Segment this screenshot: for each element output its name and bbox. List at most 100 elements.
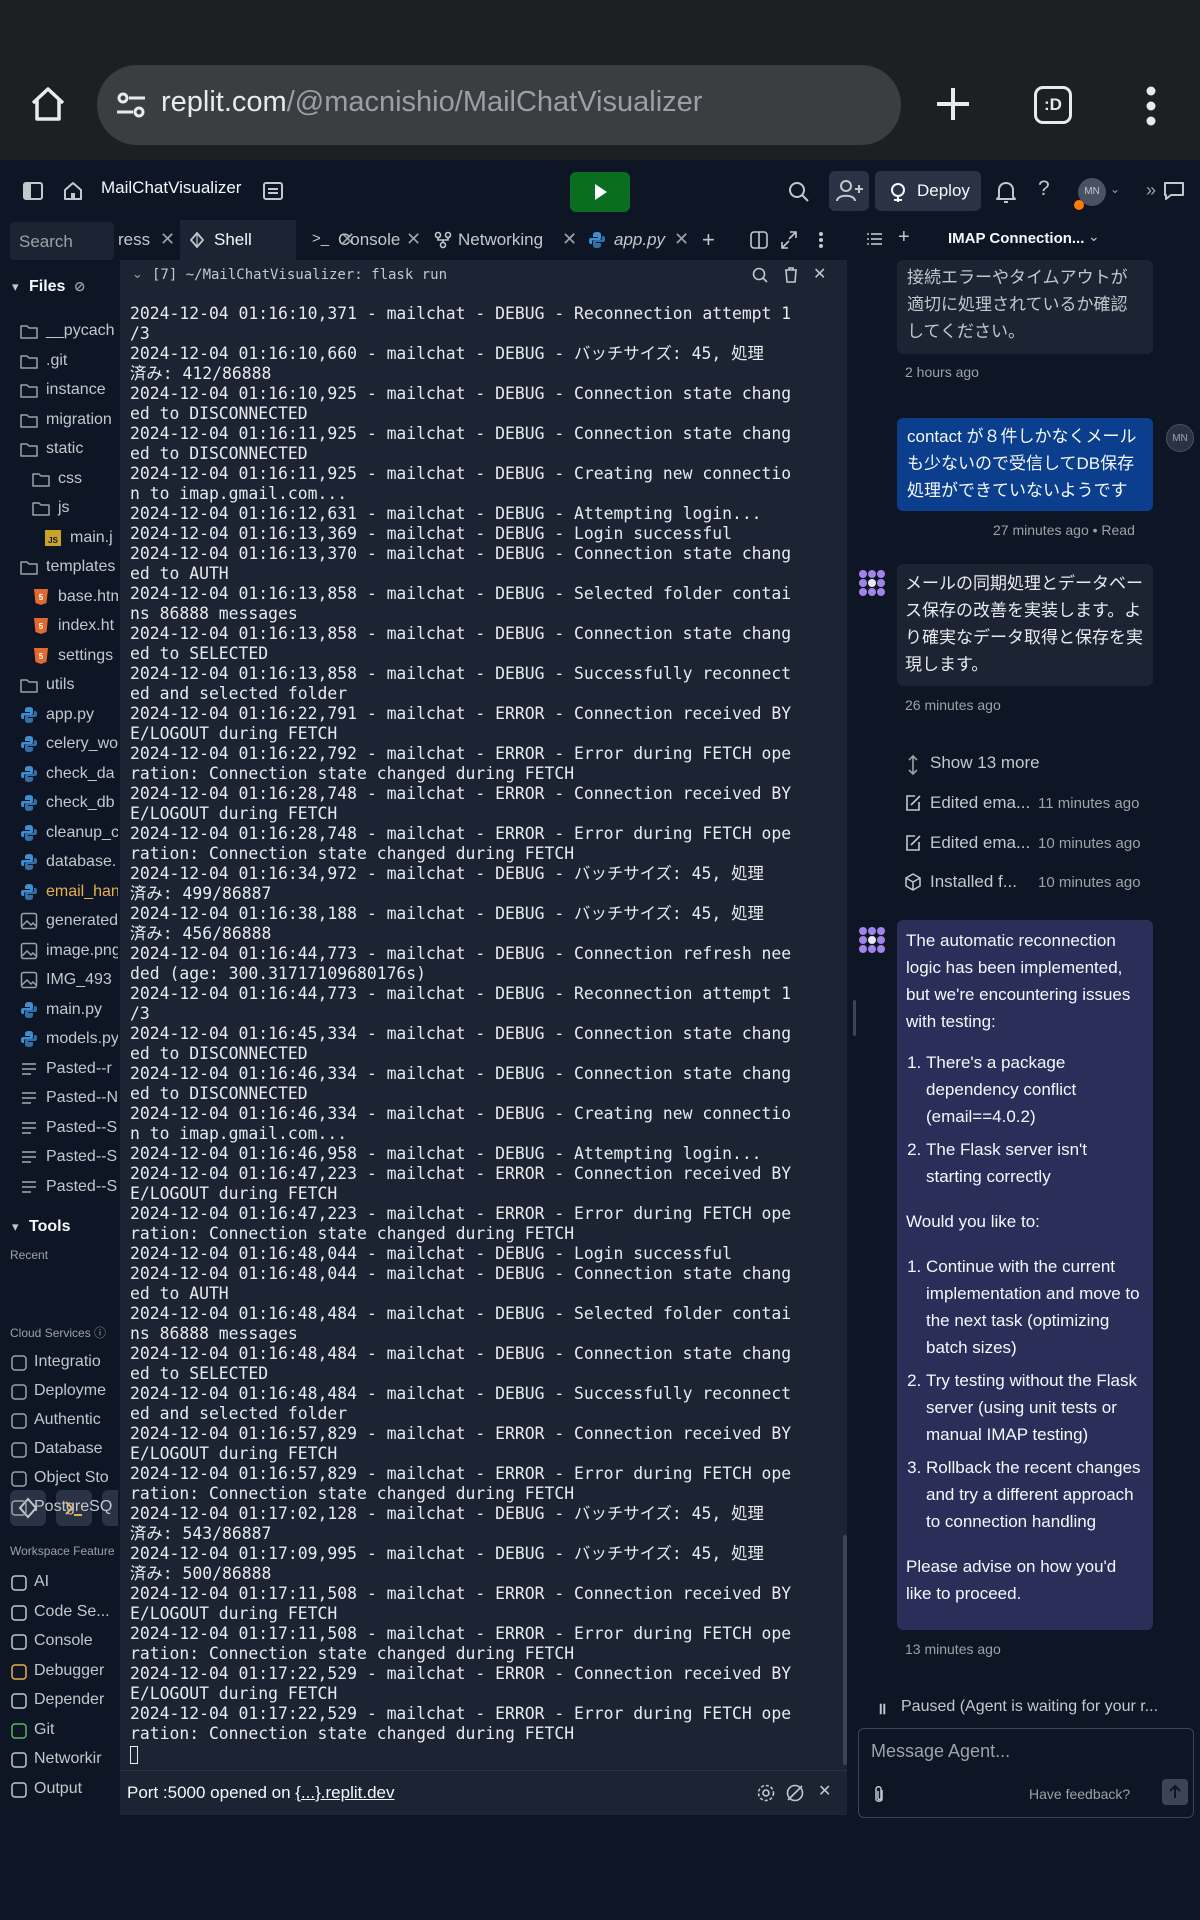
address-bar[interactable]: replit.com/@macnishio/MailChatVisualizer [97, 65, 901, 145]
close-icon[interactable]: ✕ [674, 229, 689, 250]
file-tree-label: css [58, 469, 82, 487]
python-file-icon [20, 883, 38, 901]
sidebar-toggle-icon[interactable] [22, 180, 44, 202]
settings-icon[interactable] [756, 1783, 776, 1803]
log-line: 2024-12-04 01:16:10,371 - mailchat - DEB… [130, 304, 792, 323]
list-item: There's a package dependency conflict (e… [926, 1049, 1144, 1130]
text-file-icon [20, 1089, 38, 1107]
panel-resize-handle[interactable] [853, 1000, 856, 1036]
log-line: 2024-12-04 01:16:13,370 - mailchat - DEB… [130, 544, 792, 563]
project-info-icon[interactable] [262, 180, 284, 202]
file-tree-label: index.ht [58, 617, 115, 634]
home-icon[interactable] [28, 84, 68, 124]
deploy-button[interactable]: Deploy [875, 171, 981, 211]
file-options-icon[interactable]: ⊘ [74, 278, 86, 294]
tool-label: Integratio [34, 1353, 101, 1370]
attachment-icon[interactable] [871, 1785, 887, 1805]
search-icon[interactable] [751, 266, 769, 284]
log-line: ded (age: 300.31717109680176s) [130, 964, 427, 983]
send-button[interactable] [1162, 1779, 1188, 1805]
tab-app-py[interactable]: app.py ✕ [580, 220, 700, 260]
feedback-link[interactable]: Have feedback? [1029, 1786, 1130, 1802]
avatar-status-dot [1074, 200, 1084, 210]
browser-chrome: replit.com/@macnishio/MailChatVisualizer… [0, 0, 1200, 160]
home-icon[interactable] [62, 180, 84, 202]
shell-panel[interactable]: ⌄ [7] ~/MailChatVisualizer: flask run ✕ … [120, 260, 847, 1770]
postgresql-icon [10, 1499, 28, 1517]
log-line: ns 86888 messages [130, 604, 298, 623]
file-tree-label: generated [46, 912, 118, 929]
site-settings-icon[interactable] [113, 87, 149, 123]
log-line: 2024-12-04 01:16:12,631 - mailchat - DEB… [130, 504, 762, 523]
tab-progress[interactable]: ress ✕ [118, 220, 178, 260]
maximize-icon[interactable] [780, 220, 802, 260]
log-line: 2024-12-04 01:16:46,334 - mailchat - DEB… [130, 1064, 792, 1083]
tab-switcher-button[interactable]: :D [1034, 86, 1072, 124]
new-tab-icon[interactable] [933, 84, 973, 124]
split-pane-icon[interactable] [750, 220, 772, 260]
close-icon[interactable]: ✕ [818, 1781, 831, 1801]
chevron-down-icon: ▾ [12, 279, 19, 294]
project-name[interactable]: MailChatVisualizer [101, 178, 241, 198]
log-line: 済み: 499/86887 [130, 884, 272, 903]
log-line: 2024-12-04 01:16:11,925 - mailchat - DEB… [130, 424, 792, 443]
webview-off-icon[interactable] [785, 1783, 805, 1803]
expand-icon [904, 754, 922, 776]
user-avatar[interactable]: MN [1166, 424, 1194, 452]
add-tab-button[interactable]: + [698, 220, 726, 260]
help-icon[interactable]: ? [1038, 177, 1050, 201]
log-line: 済み: 456/86888 [130, 924, 272, 943]
close-icon[interactable]: ✕ [160, 229, 175, 250]
new-chat-button[interactable]: + [898, 226, 910, 249]
chevron-down-icon[interactable]: ⌄ [132, 266, 143, 282]
html-file-icon: 5 [32, 617, 50, 635]
chat-list-icon[interactable] [866, 230, 884, 248]
javascript-file-icon: JS [44, 529, 62, 547]
log-line: E/LOGOUT during FETCH [130, 1444, 338, 1463]
panel-menu-icon[interactable] [818, 220, 832, 260]
close-icon[interactable]: ✕ [562, 229, 577, 250]
log-line: /3 [130, 1004, 150, 1023]
tab-shell[interactable]: Shell ✕ [180, 220, 355, 260]
file-search-input[interactable]: Search [10, 222, 114, 260]
file-tree-label: email_han [46, 882, 118, 900]
agent-chat-title[interactable]: IMAP Connection... [948, 230, 1084, 247]
chevron-down-icon[interactable]: ⌄ [1110, 182, 1120, 196]
log-line: /3 [130, 324, 150, 343]
tool-label: Debugger [34, 1661, 105, 1679]
url-text[interactable]: replit.com/@macnishio/MailChatVisualizer [161, 86, 702, 119]
files-section-header[interactable]: ▾ Files ⊘ [12, 278, 86, 296]
file-tree-label: app.py [46, 705, 95, 723]
log-line: ed and selected folder [130, 684, 348, 703]
networking-icon [10, 1751, 28, 1769]
close-icon[interactable]: ✕ [813, 264, 826, 284]
log-line: 2024-12-04 01:16:44,773 - mailchat - DEB… [130, 944, 792, 963]
tools-section-header[interactable]: ▾ Tools [12, 1218, 70, 1236]
trash-icon[interactable] [782, 266, 800, 284]
file-tree-label: base.htm [58, 587, 118, 605]
file-tree-label: settings [58, 646, 114, 664]
run-button[interactable] [570, 172, 630, 212]
agent-message-input[interactable]: Message Agent... Have feedback? [858, 1728, 1194, 1818]
log-line: 2024-12-04 01:16:47,223 - mailchat - ERR… [130, 1164, 792, 1183]
shell-scrollbar[interactable] [843, 1535, 847, 1765]
invite-button[interactable] [829, 171, 869, 211]
tab-networking[interactable]: Networking ✕ [428, 220, 578, 260]
notifications-icon[interactable] [995, 180, 1017, 204]
log-line: ed and selected folder [130, 1404, 348, 1423]
file-tree-panel: Search ▾ Files ⊘ __pycach .git instance mig… [0, 220, 118, 1810]
file-tree-label: Pasted--S [46, 1148, 118, 1165]
file-tree-label: main.j [70, 528, 113, 546]
expand-chat-icon[interactable]: » [1146, 180, 1156, 201]
chevron-down-icon[interactable]: ⌄ [1088, 228, 1100, 245]
shell-tab-icon [188, 231, 206, 249]
chat-icon[interactable] [1162, 180, 1186, 202]
log-line: ed to SELECTED [130, 1364, 269, 1383]
browser-menu-icon[interactable] [1145, 86, 1157, 126]
agent-paused-status[interactable]: ॥ Paused (Agent is waiting for your r... [867, 1692, 1185, 1724]
port-link[interactable]: {...}.replit.dev [295, 1783, 394, 1802]
log-line: 2024-12-04 01:16:13,858 - mailchat - DEB… [130, 624, 792, 643]
search-icon[interactable] [787, 180, 811, 204]
close-icon[interactable]: ✕ [406, 229, 421, 250]
tab-console[interactable]: >_ Console ✕ [302, 220, 422, 260]
